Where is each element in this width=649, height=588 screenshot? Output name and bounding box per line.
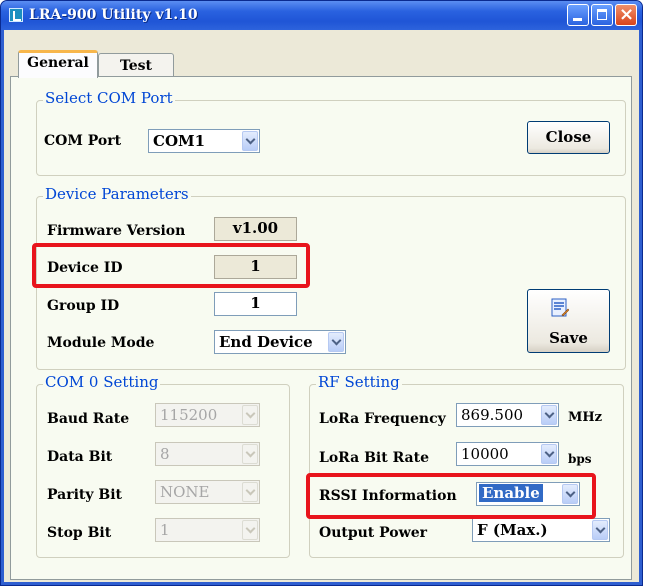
chevron-down-icon — [595, 523, 606, 534]
app-icon — [9, 8, 23, 22]
save-button-label: Save — [549, 329, 588, 347]
maximize-button[interactable] — [591, 4, 613, 26]
baud-rate-value: 115200 — [160, 406, 218, 424]
chevron-down-icon — [245, 447, 256, 458]
minimize-button[interactable] — [567, 4, 589, 26]
module-mode-dropdown-button[interactable] — [328, 332, 344, 352]
output-power-select[interactable]: F (Max.) — [472, 518, 610, 542]
module-mode-label: Module Mode — [47, 335, 155, 351]
module-mode-select[interactable]: End Device — [214, 330, 346, 354]
chevron-down-icon — [544, 408, 555, 419]
lora-frequency-select[interactable]: 869.500 — [456, 403, 559, 427]
output-power-label: Output Power — [319, 525, 427, 541]
tab-general[interactable]: General — [18, 50, 98, 78]
lora-bitrate-unit: bps — [568, 452, 592, 466]
com-port-label: COM Port — [44, 133, 122, 149]
chevron-down-icon — [245, 523, 256, 534]
data-bit-dropdown-button[interactable] — [242, 444, 258, 464]
group-id-label: Group ID — [47, 298, 120, 314]
com-port-select[interactable]: COM1 — [148, 129, 260, 153]
close-window-button[interactable]: × — [615, 4, 637, 26]
parity-bit-label: Parity Bit — [47, 487, 123, 503]
device-id-highlight — [32, 243, 310, 288]
select-com-port-title: Select COM Port — [43, 89, 175, 107]
module-mode-value: End Device — [219, 333, 313, 351]
lora-frequency-unit: MHz — [568, 410, 603, 425]
minimize-icon — [573, 18, 582, 21]
chevron-down-icon — [245, 408, 256, 419]
lora-frequency-label: LoRa Frequency — [319, 411, 446, 427]
parity-bit-dropdown-button[interactable] — [242, 482, 258, 502]
com-port-dropdown-button[interactable] — [242, 131, 258, 151]
baud-rate-select[interactable]: 115200 — [155, 403, 260, 427]
parity-bit-select[interactable]: NONE — [155, 480, 260, 504]
rf-setting-title: RF Setting — [316, 373, 402, 391]
stop-bit-select[interactable]: 1 — [155, 518, 260, 542]
lora-bitrate-dropdown-button[interactable] — [541, 444, 557, 464]
data-bit-value: 8 — [160, 445, 170, 463]
close-button[interactable]: Close — [527, 121, 610, 154]
parity-bit-value: NONE — [160, 483, 210, 501]
data-bit-label: Data Bit — [47, 449, 113, 465]
lora-frequency-value: 869.500 — [461, 406, 524, 424]
window-title: LRA-900 Utility v1.10 — [29, 7, 198, 23]
lora-bitrate-value: 10000 — [461, 445, 509, 463]
stop-bit-dropdown-button[interactable] — [242, 520, 258, 540]
chevron-down-icon — [544, 447, 555, 458]
close-icon: × — [619, 4, 635, 25]
save-icon — [551, 298, 569, 317]
baud-rate-label: Baud Rate — [47, 411, 130, 427]
firmware-version-field: v1.00 — [214, 217, 297, 241]
group-id-input[interactable]: 1 — [214, 292, 297, 316]
data-bit-select[interactable]: 8 — [155, 442, 260, 466]
stop-bit-value: 1 — [160, 521, 170, 539]
firmware-version-label: Firmware Version — [47, 223, 186, 239]
lora-bitrate-select[interactable]: 10000 — [456, 442, 559, 466]
baud-rate-dropdown-button[interactable] — [242, 405, 258, 425]
chevron-down-icon — [331, 335, 342, 346]
com0-setting-title: COM 0 Setting — [43, 373, 161, 391]
save-button[interactable]: Save — [527, 289, 610, 353]
chevron-down-icon — [245, 134, 256, 145]
lora-frequency-dropdown-button[interactable] — [541, 405, 557, 425]
output-power-dropdown-button[interactable] — [592, 520, 608, 540]
chevron-down-icon — [245, 485, 256, 496]
output-power-value: F (Max.) — [477, 521, 548, 539]
com-port-value: COM1 — [153, 132, 206, 150]
rssi-highlight — [306, 473, 596, 519]
stop-bit-label: Stop Bit — [47, 525, 112, 541]
maximize-icon — [597, 9, 607, 20]
lora-bitrate-label: LoRa Bit Rate — [319, 450, 429, 466]
device-parameters-title: Device Parameters — [43, 185, 191, 203]
